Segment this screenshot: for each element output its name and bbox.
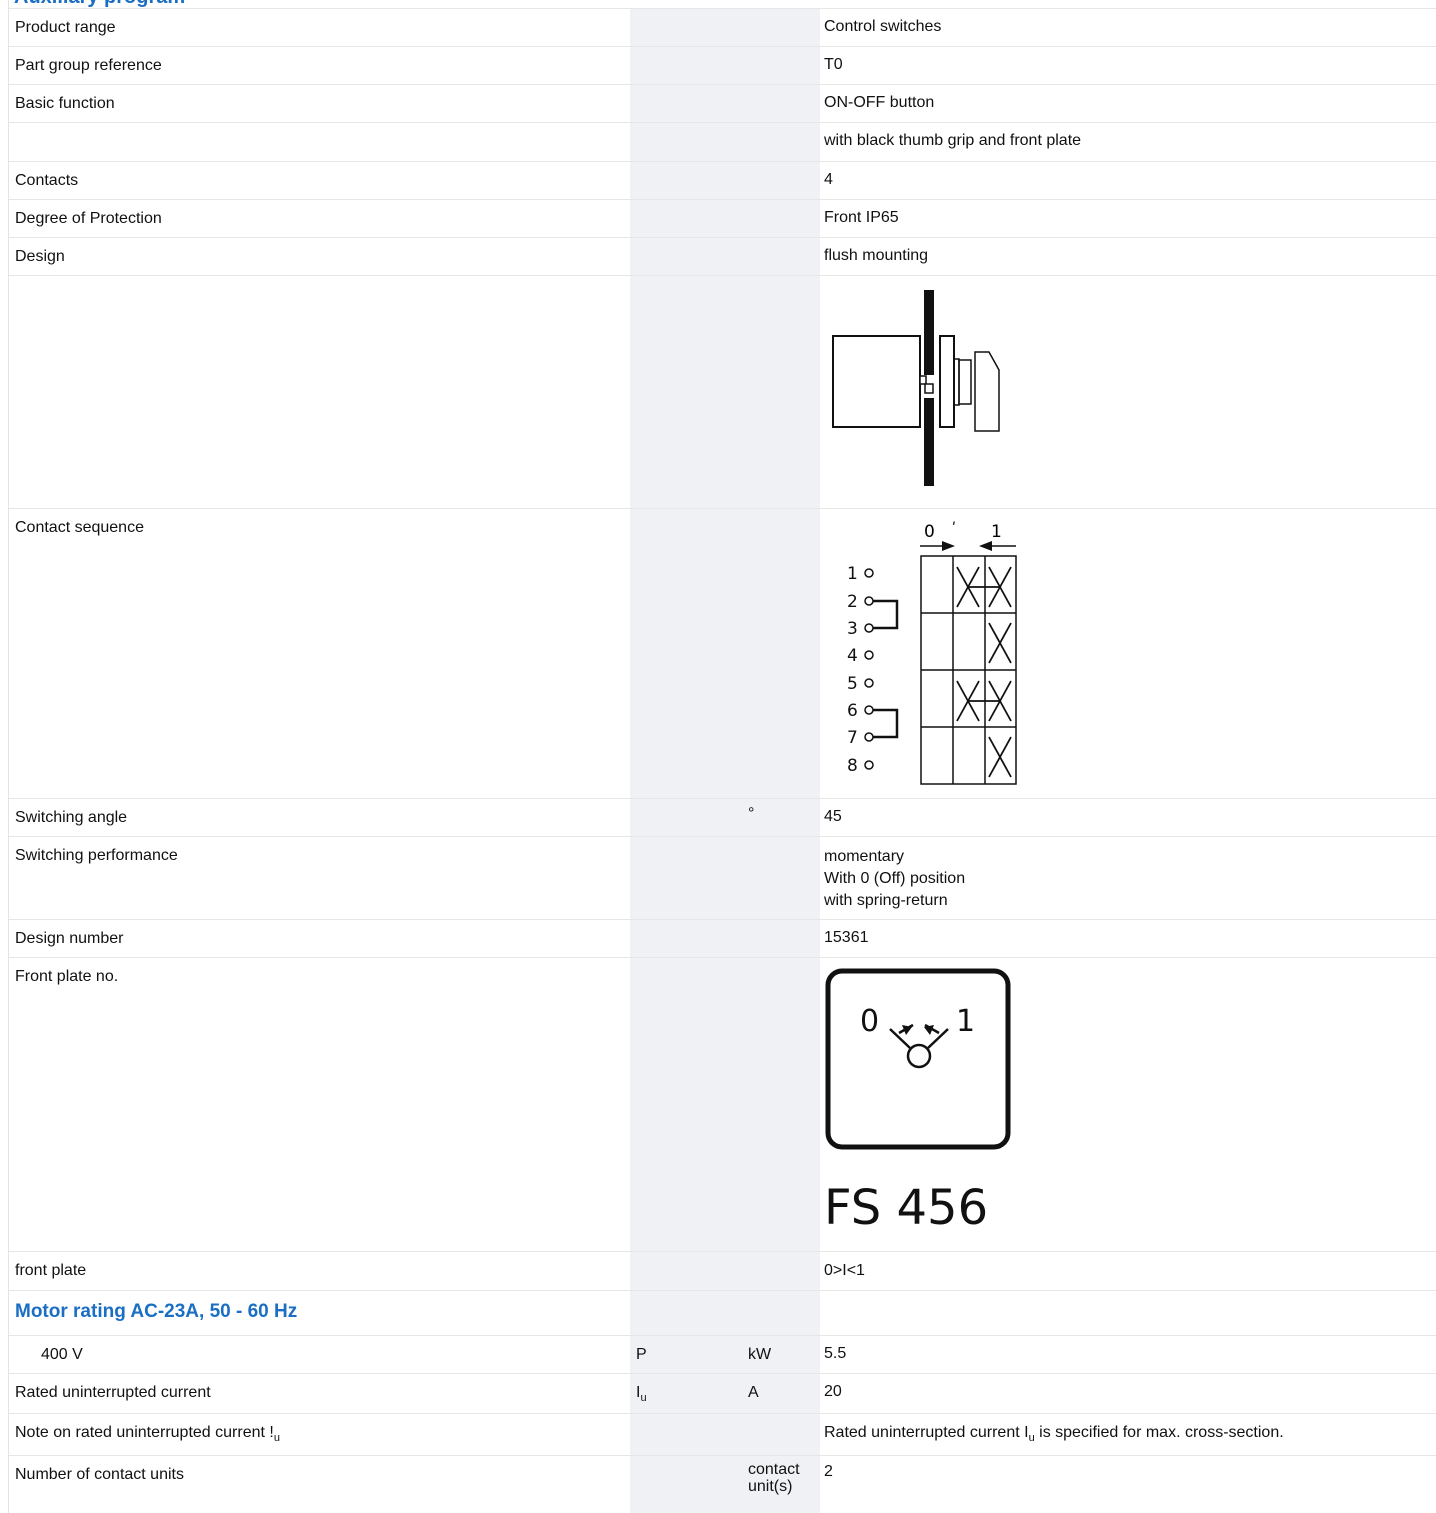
- datasheet: Auxiliary program Product range Control …: [8, 0, 1436, 1513]
- row-switching-angle: Switching angle ° 45: [9, 799, 1436, 837]
- contact-number-1: 1: [847, 564, 858, 584]
- label-front-plate-no: Front plate no.: [15, 968, 119, 985]
- row-basic-function-extra: with black thumb grip and front plate: [9, 123, 1436, 162]
- unit-switching-angle: °: [748, 805, 755, 822]
- label-note-current: Note on rated uninterrupted current !u: [15, 1424, 280, 1445]
- label-design-number: Design number: [15, 930, 124, 947]
- contact-number-3: 3: [847, 619, 858, 639]
- value-contact-units: 2: [824, 1463, 833, 1480]
- intermediate-tick: ʹ: [952, 521, 956, 537]
- switching-performance-line-2: With 0 (Off) position: [824, 870, 966, 887]
- row-contact-units: Number of contact units contact unit(s) …: [9, 1456, 1436, 1513]
- unit-line-1: contact: [748, 1461, 800, 1478]
- symbol-400v: P: [636, 1346, 647, 1363]
- plate-position-0: 0: [860, 1004, 879, 1039]
- label-part-group: Part group reference: [15, 57, 162, 74]
- contact-sequence-diagram: 0 ʹ 1 1 2 3 4 5 6 7 8: [847, 521, 1017, 785]
- row-protection: Degree of Protection Front IP65: [9, 200, 1436, 238]
- label-contact-units: Number of contact units: [15, 1466, 184, 1483]
- value-design: flush mounting: [824, 247, 929, 264]
- contact-number-2: 2: [847, 592, 858, 612]
- label-design: Design: [15, 248, 65, 265]
- contact-number-6: 6: [847, 701, 858, 721]
- row-motor-heading: Motor rating AC-23A, 50 - 60 Hz: [9, 1291, 1436, 1336]
- position-label-0: 0: [924, 522, 935, 542]
- label-contact-sequence: Contact sequence: [15, 519, 144, 536]
- value-rated-current: 20: [824, 1383, 842, 1400]
- section-heading-top: Auxiliary program: [14, 0, 185, 9]
- label-400v: 400 V: [41, 1346, 83, 1363]
- unit-400v: kW: [748, 1346, 772, 1363]
- value-front-plate: 0>I<1: [824, 1262, 865, 1279]
- switching-performance-line-1: momentary: [824, 848, 905, 865]
- motor-rating-heading: Motor rating AC-23A, 50 - 60 Hz: [15, 1301, 298, 1322]
- value-design-number: 15361: [824, 929, 869, 946]
- position-label-1: 1: [991, 522, 1002, 542]
- row-contacts: Contacts 4: [9, 162, 1436, 200]
- contact-number-5: 5: [847, 674, 858, 694]
- label-product-range: Product range: [15, 19, 116, 36]
- row-front-plate-no: Front plate no. 0 1 FS 456: [9, 958, 1436, 1252]
- contact-number-7: 7: [847, 728, 858, 748]
- value-contacts: 4: [824, 171, 833, 188]
- contact-number-8: 8: [847, 756, 858, 776]
- value-protection: Front IP65: [824, 209, 899, 226]
- switching-performance-line-3: with spring-return: [824, 892, 948, 909]
- unit-line-2: unit(s): [748, 1478, 793, 1495]
- front-plate-code: FS 456: [824, 1180, 989, 1236]
- row-basic-function: Basic function ON-OFF button: [9, 85, 1436, 123]
- value-400v: 5.5: [824, 1345, 847, 1362]
- row-switching-performance: Switching performance momentary With 0 (…: [9, 837, 1436, 920]
- value-switching-performance: momentary With 0 (Off) position with spr…: [824, 846, 965, 912]
- plate-position-1: 1: [956, 1004, 975, 1039]
- label-front-plate: front plate: [15, 1262, 87, 1279]
- row-design: Design flush mounting: [9, 238, 1436, 276]
- row-part-group: Part group reference T0: [9, 47, 1436, 85]
- row-front-plate: front plate 0>I<1: [9, 1252, 1436, 1291]
- label-rated-current: Rated uninterrupted current: [15, 1384, 211, 1401]
- unit-rated-current: A: [748, 1384, 759, 1401]
- value-product-range: Control switches: [824, 18, 942, 35]
- symbol-rated-current: Iu: [636, 1384, 647, 1405]
- label-switching-performance: Switching performance: [15, 847, 178, 864]
- label-switching-angle: Switching angle: [15, 809, 128, 826]
- value-basic-function: ON-OFF button: [824, 94, 935, 111]
- value-basic-function-extra: with black thumb grip and front plate: [824, 132, 1082, 149]
- label-basic-function: Basic function: [15, 95, 115, 112]
- label-contacts: Contacts: [15, 172, 79, 189]
- row-motor-400v: 400 V P kW 5.5: [9, 1336, 1436, 1374]
- row-design-number: Design number 15361: [9, 920, 1436, 958]
- flush-mounting-drawing: [832, 290, 1000, 486]
- value-part-group: T0: [824, 56, 843, 73]
- row-mounting-drawing: [9, 276, 1436, 509]
- contact-number-4: 4: [847, 646, 858, 666]
- unit-contact-units: contact unit(s): [748, 1461, 800, 1495]
- row-contact-sequence: Contact sequence 0 ʹ 1 1 2 3 4 5 6 7 8: [9, 509, 1436, 799]
- label-protection: Degree of Protection: [15, 210, 162, 227]
- row-rated-current: Rated uninterrupted current Iu A 20: [9, 1374, 1436, 1414]
- value-note-current: Rated uninterrupted current Iu is specif…: [824, 1424, 1284, 1445]
- front-plate-symbol: 0 1: [825, 968, 1011, 1150]
- row-note-current: Note on rated uninterrupted current !u R…: [9, 1414, 1436, 1456]
- row-product-range: Product range Control switches: [9, 9, 1436, 47]
- value-switching-angle: 45: [824, 808, 842, 825]
